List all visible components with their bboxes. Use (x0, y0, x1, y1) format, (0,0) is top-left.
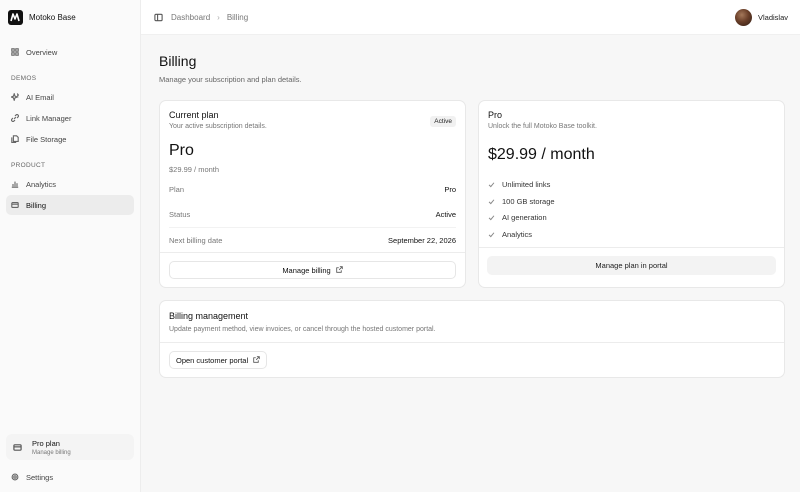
breadcrumb: Dashboard › Billing (171, 13, 248, 22)
billing-management-desc: Update payment method, view invoices, or… (169, 326, 436, 333)
plan-card-title: Pro plan (32, 438, 60, 448)
app: Motoko Base Overview DEMOS AI Email Link… (0, 0, 800, 492)
files-icon (11, 135, 19, 143)
check-icon (488, 215, 495, 221)
billing-management-card: Billing management Update payment method… (159, 300, 785, 378)
sidebar-item-label: Overview (26, 47, 58, 57)
section-label-product: PRODUCT (11, 162, 46, 169)
sidebar-item-label: File Storage (26, 134, 67, 144)
feature-item: AI generation (488, 209, 775, 226)
grid-icon (11, 48, 19, 56)
page-title: Billing (159, 53, 197, 69)
sidebar-bottom: Pro plan Manage billing Settings (6, 434, 134, 488)
check-icon (488, 232, 495, 238)
sidebar-item-settings[interactable]: Settings (6, 467, 134, 487)
current-plan-desc: Your active subscription details. (169, 123, 267, 130)
detail-value: September 22, 2026 (388, 235, 456, 245)
pro-plan-desc: Unlock the full Motoko Base toolkit. (488, 123, 597, 130)
manage-plan-portal-button[interactable]: Manage plan in portal (487, 255, 776, 275)
sidebar-item-label: Analytics (26, 179, 57, 189)
pro-plan-title: Pro (488, 110, 503, 120)
feature-label: Unlimited links (502, 179, 551, 189)
pro-plan-card: Pro Unlock the full Motoko Base toolkit.… (478, 100, 785, 288)
topbar: Dashboard › Billing Vladislav (141, 0, 800, 35)
feature-label: Analytics (502, 229, 533, 239)
current-plan-name: Pro (169, 142, 194, 159)
plan-card-subtitle: Manage billing (32, 449, 71, 456)
plan-details: Plan Pro Status Active Next billing date… (169, 177, 456, 252)
user-name: Vladislav (757, 12, 788, 22)
feature-label: AI generation (502, 213, 547, 223)
main: Dashboard › Billing Vladislav Billing Ma… (141, 0, 800, 492)
detail-row-next-billing: Next billing date September 22, 2026 (169, 227, 456, 252)
feature-label: 100 GB storage (502, 196, 555, 206)
plan-cards: Current plan Your active subscription de… (159, 100, 785, 288)
brand-name: Motoko Base (29, 12, 76, 22)
external-link-icon (253, 355, 260, 365)
detail-key: Plan (169, 185, 185, 194)
open-customer-portal-button[interactable]: Open customer portal (169, 351, 268, 369)
current-plan-price: $29.99 / month (169, 165, 220, 174)
link-icon (11, 114, 19, 122)
sidebar-item-label: Billing (26, 200, 47, 210)
sidebar-item-ai-email[interactable]: AI Email (6, 87, 134, 107)
detail-value: Pro (444, 185, 456, 194)
billing-management-title: Billing management (169, 311, 249, 321)
plan-card[interactable]: Pro plan Manage billing (6, 434, 134, 460)
feature-item: 100 GB storage (488, 193, 775, 210)
page-subtitle: Manage your subscription and plan detail… (159, 75, 302, 84)
sidebar-item-label: AI Email (26, 92, 54, 102)
detail-row-plan: Plan Pro (169, 177, 456, 202)
sidebar-item-label: Link Manager (26, 113, 72, 123)
detail-value: Active (435, 210, 456, 219)
sidebar-item-link-manager[interactable]: Link Manager (6, 108, 134, 128)
status-badge: Active (430, 116, 456, 127)
sidebar-toggle-icon[interactable] (153, 12, 163, 22)
feature-item: Analytics (488, 226, 775, 243)
check-icon (488, 198, 495, 204)
detail-key: Next billing date (169, 235, 223, 245)
sidebar-item-billing[interactable]: Billing (6, 195, 134, 215)
feature-item: Unlimited links (488, 176, 775, 193)
sidebar-item-label: Settings (26, 472, 54, 482)
manage-billing-button[interactable]: Manage billing (169, 261, 456, 279)
breadcrumb-billing: Billing (226, 12, 249, 22)
detail-key: Status (169, 210, 191, 219)
pro-plan-price: $29.99 / month (488, 146, 595, 163)
content: Billing Manage your subscription and pla… (141, 35, 800, 378)
feature-list: Unlimited links 100 GB storage AI genera… (488, 176, 775, 247)
credit-card-icon (11, 441, 24, 454)
sparkles-icon (11, 93, 19, 101)
brand-logo-icon (8, 9, 23, 25)
sidebar-item-analytics[interactable]: Analytics (6, 174, 134, 194)
current-plan-title: Current plan (169, 110, 219, 120)
detail-row-status: Status Active (169, 202, 456, 227)
section-label-demos: DEMOS (11, 75, 37, 82)
avatar (734, 8, 752, 26)
sidebar-item-overview[interactable]: Overview (6, 42, 134, 62)
user-menu[interactable]: Vladislav (734, 8, 788, 26)
sidebar: Motoko Base Overview DEMOS AI Email Link… (0, 0, 141, 492)
check-icon (488, 182, 495, 188)
manage-billing-label: Manage billing (282, 265, 331, 275)
chart-icon (11, 181, 19, 188)
sidebar-item-file-storage[interactable]: File Storage (6, 129, 134, 149)
brand[interactable]: Motoko Base (6, 8, 134, 26)
chevron-right-icon: › (217, 12, 220, 22)
breadcrumb-dashboard[interactable]: Dashboard (171, 13, 210, 22)
open-portal-label: Open customer portal (176, 355, 249, 365)
credit-card-icon (11, 202, 19, 208)
gear-icon (11, 473, 19, 481)
external-link-icon (335, 265, 343, 275)
current-plan-card: Current plan Your active subscription de… (159, 100, 466, 288)
